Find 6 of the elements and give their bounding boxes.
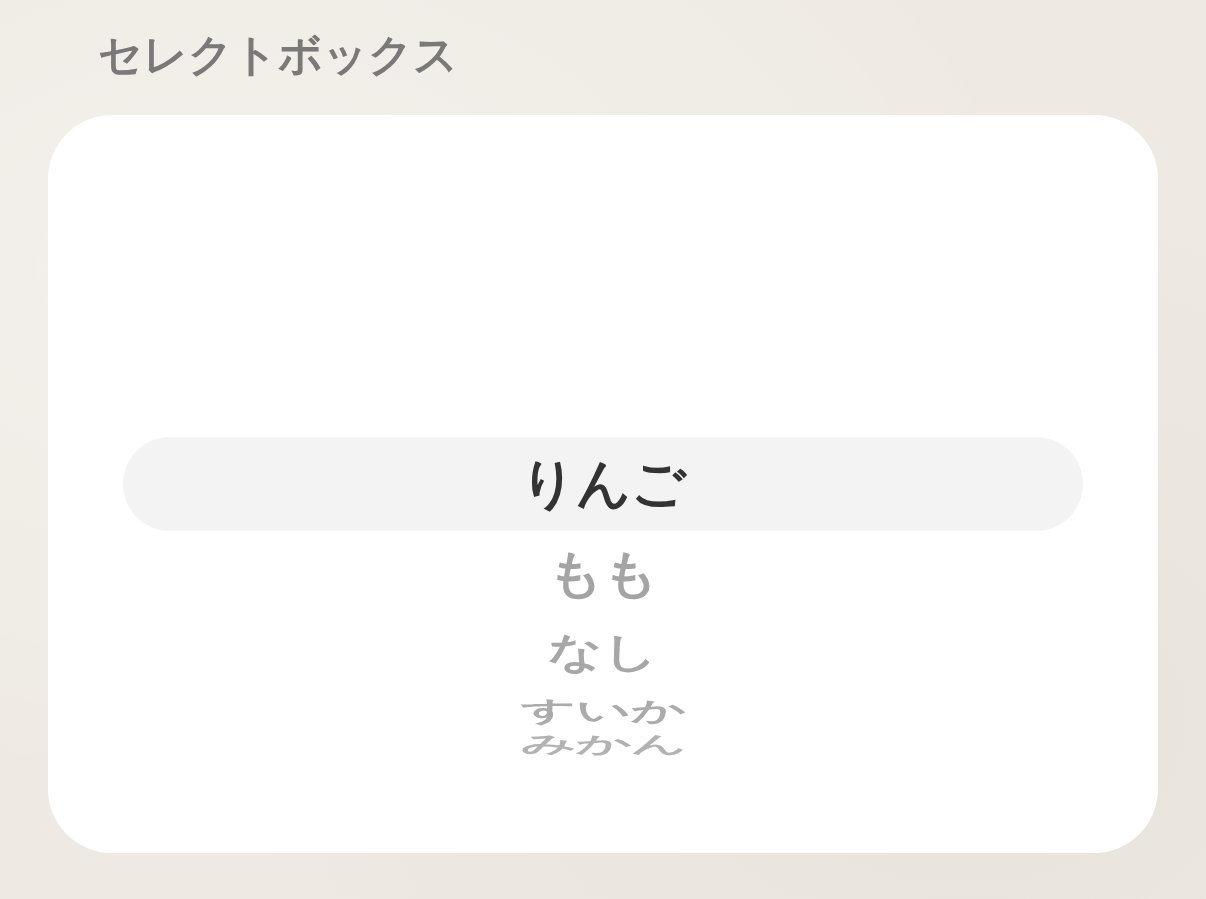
picker-option[interactable]: なし bbox=[548, 631, 658, 674]
page-title: セレクトボックス bbox=[98, 28, 458, 81]
picker-option[interactable]: りんご bbox=[123, 437, 1083, 531]
picker-option[interactable]: すいか bbox=[520, 697, 686, 725]
picker-option[interactable]: もも bbox=[548, 548, 658, 599]
picker-option[interactable]: みかん bbox=[520, 733, 686, 756]
